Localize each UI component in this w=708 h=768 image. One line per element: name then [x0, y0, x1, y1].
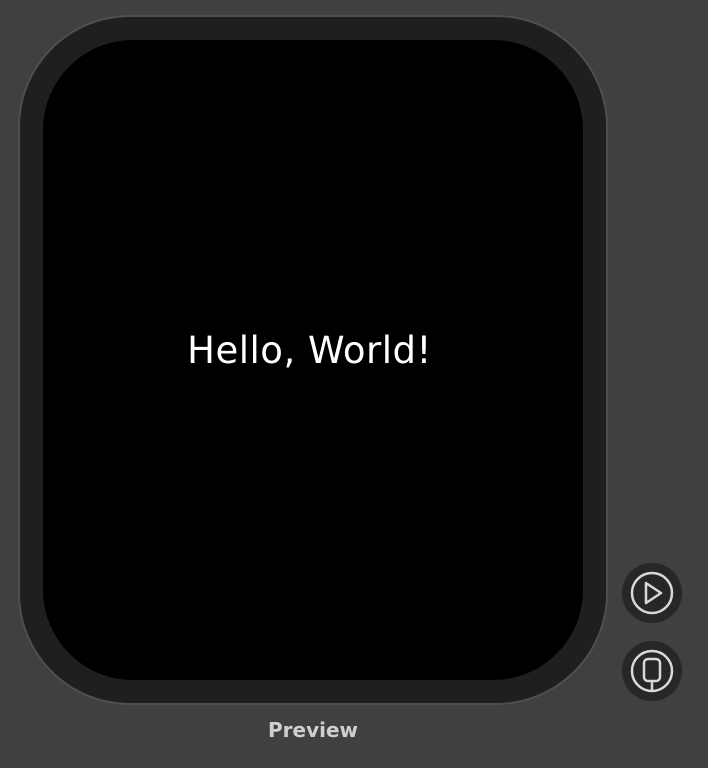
- preview-canvas: Hello, World! Preview: [0, 0, 708, 768]
- play-circle-icon: [630, 571, 674, 615]
- live-preview-button[interactable]: [622, 563, 682, 623]
- device-settings-button[interactable]: [622, 641, 682, 701]
- watch-device-icon: [630, 649, 674, 693]
- watch-screen: Hello, World!: [43, 40, 583, 680]
- screen-text: Hello, World!: [187, 328, 432, 372]
- watch-device-frame: Hello, World!: [20, 17, 606, 703]
- preview-label: Preview: [267, 718, 359, 742]
